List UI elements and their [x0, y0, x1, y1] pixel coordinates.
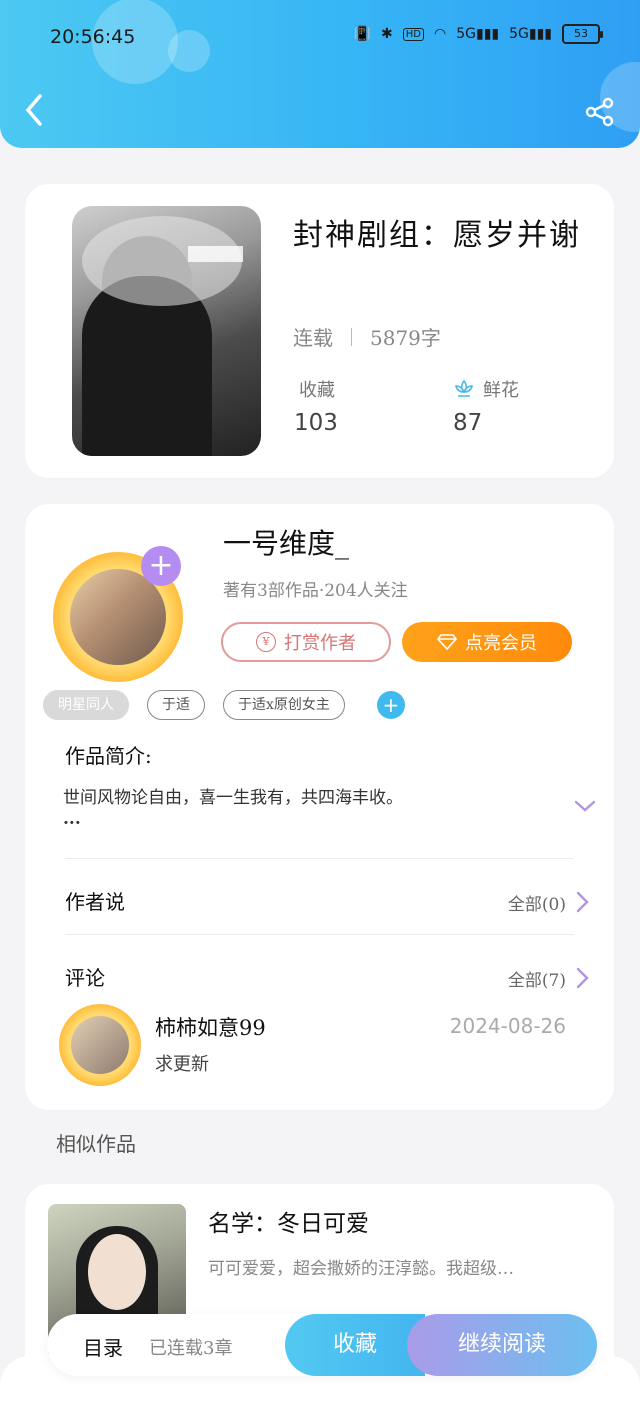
share-button[interactable]	[584, 96, 616, 128]
signal-icon: 5G▮▮▮	[456, 26, 500, 42]
toc-chapter-count[interactable]: 已连载3章	[149, 1334, 232, 1360]
flowers-stat[interactable]: 鲜花	[453, 376, 519, 402]
follow-author-button[interactable]: +	[141, 546, 181, 586]
signal-icon: 5G▮▮▮	[509, 26, 552, 42]
tag-list: 明星同人 于适 于适x原创女主 +	[43, 690, 405, 720]
tip-author-button[interactable]: ¥ 打赏作者	[221, 622, 391, 662]
section-divider	[65, 934, 574, 935]
book-meta: 连载 5879字	[293, 322, 441, 351]
comments-all-link[interactable]: 全部(7)	[508, 966, 566, 991]
cover-figure	[88, 1234, 146, 1310]
flowers-label: 鲜花	[483, 380, 519, 401]
book-status: 连载	[293, 326, 333, 350]
tag-item[interactable]: 明星同人	[43, 690, 129, 720]
book-word-count: 5879字	[370, 326, 441, 350]
similar-heading: 相似作品	[56, 1132, 136, 1156]
status-icons: 📳 ✱ HD ◠ 5G▮▮▮ 5G▮▮▮ 53	[353, 24, 603, 44]
intro-body: 世间风物论自由，喜一生我有，共四海丰收。	[63, 788, 403, 808]
back-button[interactable]	[22, 92, 52, 132]
comment-avatar[interactable]	[59, 1004, 141, 1086]
meta-divider	[351, 327, 352, 346]
vip-label: 点亮会员	[465, 633, 537, 654]
comments-heading: 评论	[65, 966, 105, 990]
diamond-icon	[437, 634, 457, 651]
add-tag-button[interactable]: +	[376, 691, 405, 719]
battery-icon: 53	[562, 24, 603, 44]
book-cover[interactable]	[72, 206, 261, 456]
section-divider	[65, 858, 574, 859]
author-summary: 著有3部作品·204人关注	[223, 581, 408, 601]
avatar-image	[71, 1016, 129, 1074]
plus-icon: +	[148, 548, 174, 583]
continue-reading-button[interactable]: 继续阅读	[407, 1314, 597, 1376]
author-card: + 一号维度_ 著有3部作品·204人关注 ¥ 打赏作者 点亮会员 明星同人 于…	[25, 504, 614, 1110]
book-info-card: 封神剧组：愿岁并谢 连载 5879字 收藏 103 鲜花 87	[25, 184, 614, 478]
author-says-all-link[interactable]: 全部(0)	[508, 890, 566, 915]
flowers-count: 87	[453, 410, 483, 436]
collect-button[interactable]: 收藏	[285, 1314, 425, 1376]
similar-book-desc: 可可爱爱，超会撒娇的汪淳懿。我超级…	[208, 1259, 514, 1279]
similar-book-card[interactable]: 名学：冬日可爱 可可爱爱，超会撒娇的汪淳懿。我超级…	[25, 1184, 614, 1422]
chevron-left-icon	[25, 94, 42, 126]
book-title: 封神剧组：愿岁并谢	[293, 218, 581, 253]
status-time: 20:56:45	[50, 26, 136, 48]
tag-item[interactable]: 于适x原创女主	[223, 690, 345, 720]
flower-icon	[454, 379, 474, 397]
chevron-right-icon	[576, 967, 589, 989]
favorites-count: 103	[294, 410, 338, 436]
toc-button[interactable]: 目录	[83, 1332, 123, 1361]
plus-icon: +	[382, 693, 400, 717]
top-header: 20:56:45 📳 ✱ HD ◠ 5G▮▮▮ 5G▮▮▮ 53	[0, 0, 640, 148]
status-bar: 20:56:45 📳 ✱ HD ◠ 5G▮▮▮ 5G▮▮▮ 53	[50, 22, 603, 52]
expand-intro-button[interactable]	[573, 794, 597, 818]
intro-ellipsis: ...	[63, 809, 81, 829]
comment-date: 2024-08-26	[449, 1014, 566, 1038]
chevron-right-icon	[576, 891, 589, 913]
tag-item[interactable]: 于适	[147, 690, 205, 720]
comment-text[interactable]: 求更新	[155, 1050, 209, 1076]
bluetooth-icon: ✱	[381, 26, 393, 42]
author-says-chevron[interactable]	[574, 890, 590, 914]
vibrate-icon: 📳	[353, 26, 372, 42]
vip-button[interactable]: 点亮会员	[402, 622, 572, 662]
similar-book-title[interactable]: 名学：冬日可爱	[208, 1204, 369, 1238]
hd-icon: HD	[402, 27, 424, 41]
author-name[interactable]: 一号维度_	[223, 522, 349, 562]
share-icon	[585, 97, 614, 127]
intro-heading: 作品简介:	[65, 744, 152, 768]
author-says-heading: 作者说	[65, 890, 125, 914]
chevron-down-icon	[574, 800, 596, 812]
yen-icon: ¥	[256, 632, 276, 652]
cover-sign	[188, 246, 243, 262]
favorites-label: 收藏	[299, 380, 335, 401]
comment-user[interactable]: 柿柿如意99	[155, 1012, 266, 1042]
bottom-action-bar: 目录 已连载3章 收藏 继续阅读	[47, 1314, 597, 1376]
comments-chevron[interactable]	[574, 966, 590, 990]
wifi-icon: ◠	[434, 26, 447, 42]
tip-author-label: 打赏作者	[284, 633, 356, 654]
intro-text: 世间风物论自由，喜一生我有，共四海丰收。 ...	[63, 784, 533, 829]
